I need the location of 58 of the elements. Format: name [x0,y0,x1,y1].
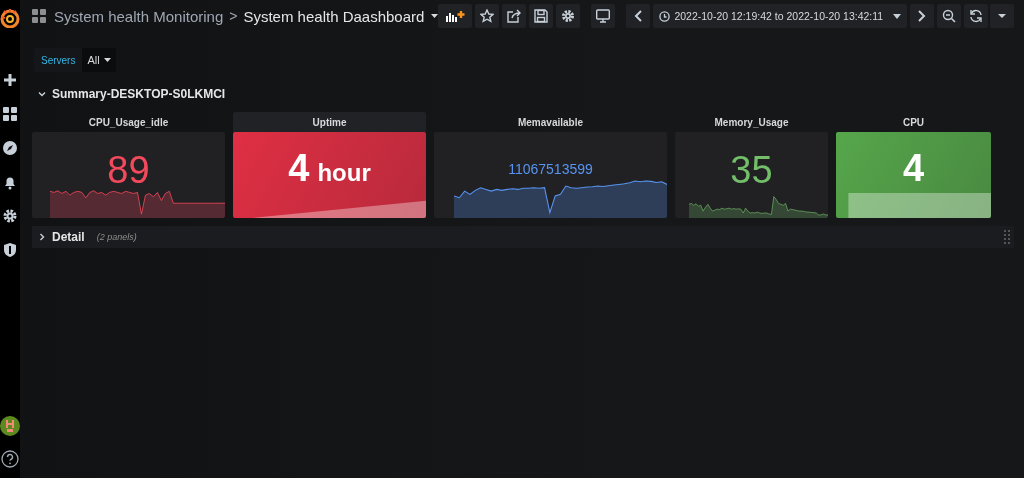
row-title[interactable]: Summary-DESKTOP-S0LKMCI [52,87,226,101]
chevron-right-button[interactable] [910,4,935,28]
plus-icon[interactable] [2,72,18,88]
settings-button[interactable] [556,4,581,28]
time-range-picker[interactable]: 2022-10-20 12:19:42 to 2022-10-20 13:42:11 [653,4,908,28]
add-panel-button[interactable] [438,4,473,28]
star-icon [480,9,495,23]
drag-handle-icon [1004,230,1011,244]
settings-icon[interactable] [2,208,18,224]
panel-title[interactable]: Memory_Usage [675,112,828,132]
monitor-icon [596,9,611,23]
zoom-out-button[interactable] [937,4,962,28]
panel-count: (2 panels) [96,232,137,242]
folder-link[interactable]: System health Monitoring [54,7,224,25]
stat-value: 11067513599 [508,160,593,178]
caret-icon [893,13,902,19]
time-range-text: 2022-10-20 12:19:42 to 2022-10-20 13:42:11 [674,10,884,22]
help-icon[interactable] [1,450,19,468]
dashboard-title[interactable]: System health Daashboard [243,7,439,25]
refresh-icon [969,9,984,23]
logo-icon[interactable] [0,8,20,28]
stat-value: 89 [107,150,150,190]
shield-icon[interactable] [2,242,18,258]
chevron-right-icon[interactable] [38,233,46,241]
panel-title[interactable]: CPU_Usage_idle [32,112,225,132]
variable-label: Servers [34,48,83,72]
monitor-button[interactable] [591,4,616,28]
share-icon [507,9,522,23]
share-button[interactable] [502,4,527,28]
panel-title[interactable]: CPU [836,112,991,132]
save-button[interactable] [529,4,554,28]
clock-icon [659,10,671,22]
stat-value: 4 [902,148,925,188]
variable-dropdown[interactable]: All [82,48,116,72]
panel-title[interactable]: Uptime [233,112,426,132]
settings-icon [561,9,576,23]
stat-unit: hour [317,159,371,187]
stat-value: 35 [730,150,773,190]
dashboards-icon [32,9,46,23]
row-header[interactable]: Detail (2 panels) [32,226,1015,248]
star-button[interactable] [475,4,500,28]
save-icon [534,9,549,23]
chevron-down-icon[interactable] [38,90,46,98]
row-title[interactable]: Detail [52,230,85,244]
add-panel-icon [445,9,465,23]
caret-button[interactable] [990,4,1015,28]
breadcrumb-separator: > [229,8,238,24]
stat-value: 4 [288,148,310,188]
caret-icon [431,14,439,18]
zoom-out-icon [942,9,957,23]
avatar[interactable] [0,416,20,436]
refresh-button[interactable] [964,4,989,28]
caret-icon [103,58,111,62]
chevron-left-button[interactable] [626,4,651,28]
grid-icon[interactable] [2,106,18,122]
compass-icon[interactable] [2,140,18,156]
panel-title[interactable]: Memavailable [434,112,667,132]
chevron-left-icon [632,9,645,23]
